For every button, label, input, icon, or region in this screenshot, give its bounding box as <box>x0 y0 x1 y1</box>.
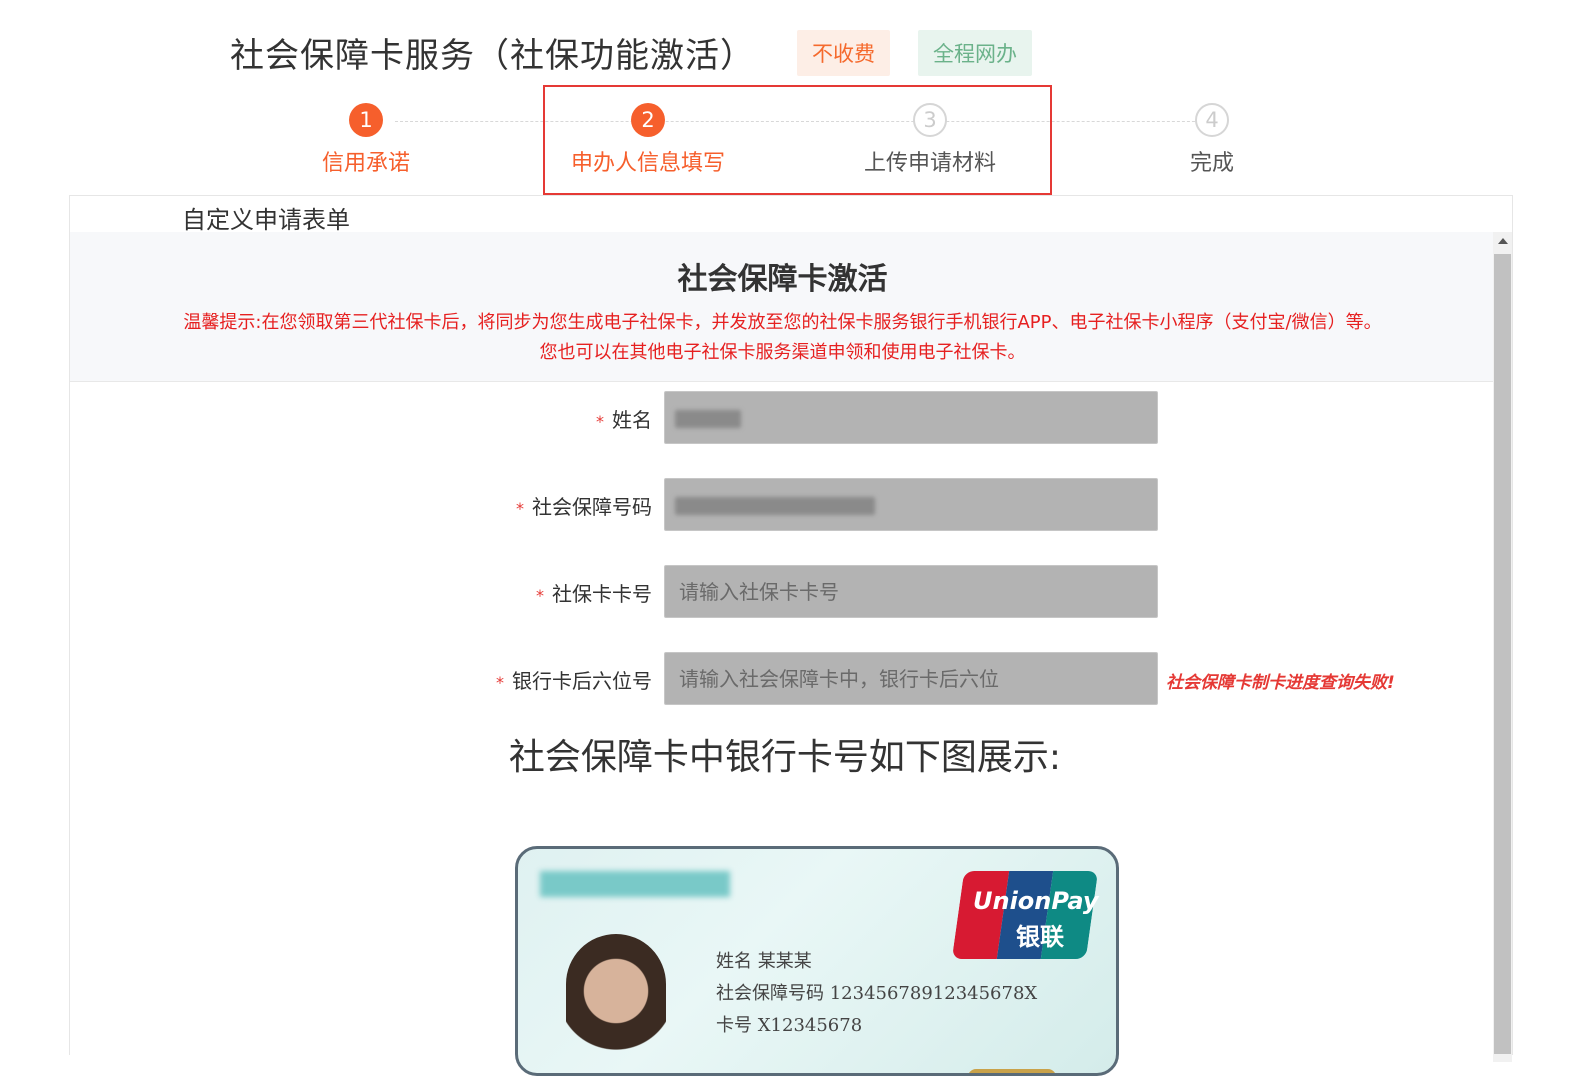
notice-title: 社会保障卡激活 <box>677 262 888 297</box>
form-panel: 自定义申请表单 社会保障卡激活 温馨提示:在您领取第三代社保卡后，将同步为您生成… <box>69 195 1513 1076</box>
name-input[interactable] <box>664 391 1158 444</box>
required-mark: * <box>516 499 524 518</box>
ssn-input[interactable] <box>664 478 1158 531</box>
card-chip <box>968 1069 1056 1073</box>
ssn-label: * 社会保障号码 <box>516 491 652 520</box>
card-no-row: * 社保卡卡号 <box>70 565 1490 618</box>
name-row: * 姓名 <box>70 391 1490 444</box>
unionpay-logo-cn: 银联 <box>1016 923 1064 951</box>
scroll-up-arrow-icon[interactable] <box>1498 238 1508 244</box>
step-1: 1 信用承诺 <box>266 103 466 177</box>
step-1-label: 信用承诺 <box>321 151 410 176</box>
card-header-strip <box>540 871 730 897</box>
scroll-thumb[interactable] <box>1494 254 1511 1054</box>
card-number-line: 卡号 X12345678 <box>716 1015 863 1036</box>
card-no-input[interactable] <box>664 565 1158 618</box>
online-badge: 全程网办 <box>918 29 1032 76</box>
bank-error-message: 社会保障卡制卡进度查询失败! <box>1166 673 1395 693</box>
notice-tip-line1: 温馨提示:在您领取第三代社保卡后，将同步为您生成电子社保卡，并发放至您的社保卡服… <box>183 312 1382 333</box>
page-title: 社会保障卡服务（社保功能激活） <box>230 36 755 76</box>
required-mark: * <box>496 673 504 692</box>
step-4: 4 完成 <box>1112 103 1312 177</box>
redacted-name <box>675 410 741 428</box>
bank-row: * 银行卡后六位号 社会保障卡制卡进度查询失败! <box>70 652 1490 705</box>
notice-tip-line2: 您也可以在其他电子社保卡服务渠道申领和使用电子社保卡。 <box>539 342 1026 363</box>
step-4-label: 完成 <box>1189 151 1234 176</box>
scrollbar[interactable] <box>1493 232 1512 1062</box>
notice-tip: 温馨提示:在您领取第三代社保卡后，将同步为您生成电子社保卡，并发放至您的社保卡服… <box>70 308 1495 368</box>
panel-tab-custom-form[interactable]: 自定义申请表单 <box>182 200 350 235</box>
name-label: * 姓名 <box>596 404 652 433</box>
portrait-photo <box>566 934 666 1073</box>
bank-last6-input[interactable] <box>664 652 1158 705</box>
required-mark: * <box>536 586 544 605</box>
redacted-ssn <box>675 497 875 515</box>
notice-box: 社会保障卡激活 温馨提示:在您领取第三代社保卡后，将同步为您生成电子社保卡，并发… <box>70 232 1495 382</box>
step-1-circle: 1 <box>349 103 383 137</box>
unionpay-logo-text: UnionPay <box>973 887 1099 915</box>
social-security-card-image: UnionPay 银联 姓名 某某某 社会保障号码 12345678912345… <box>515 846 1119 1076</box>
step-4-circle: 4 <box>1195 103 1229 137</box>
card-no-label: * 社保卡卡号 <box>536 578 652 607</box>
name-label-text: 姓名 <box>612 408 652 432</box>
step-highlight-frame <box>543 85 1052 195</box>
card-example-heading: 社会保障卡中银行卡号如下图展示: <box>508 737 1062 778</box>
bank-label-text: 银行卡后六位号 <box>512 669 652 693</box>
card-no-label-text: 社保卡卡号 <box>552 582 652 606</box>
card-name-line: 姓名 某某某 <box>716 951 812 972</box>
page-header: 社会保障卡服务（社保功能激活） 不收费 全程网办 <box>230 28 1032 77</box>
required-mark: * <box>596 412 604 431</box>
bank-label: * 银行卡后六位号 <box>496 665 652 694</box>
card-ssn-line: 社会保障号码 1234567891234567​8X <box>716 983 1038 1004</box>
ssn-row: * 社会保障号码 <box>70 478 1490 531</box>
fee-badge: 不收费 <box>797 29 890 76</box>
ssn-label-text: 社会保障号码 <box>532 495 652 519</box>
